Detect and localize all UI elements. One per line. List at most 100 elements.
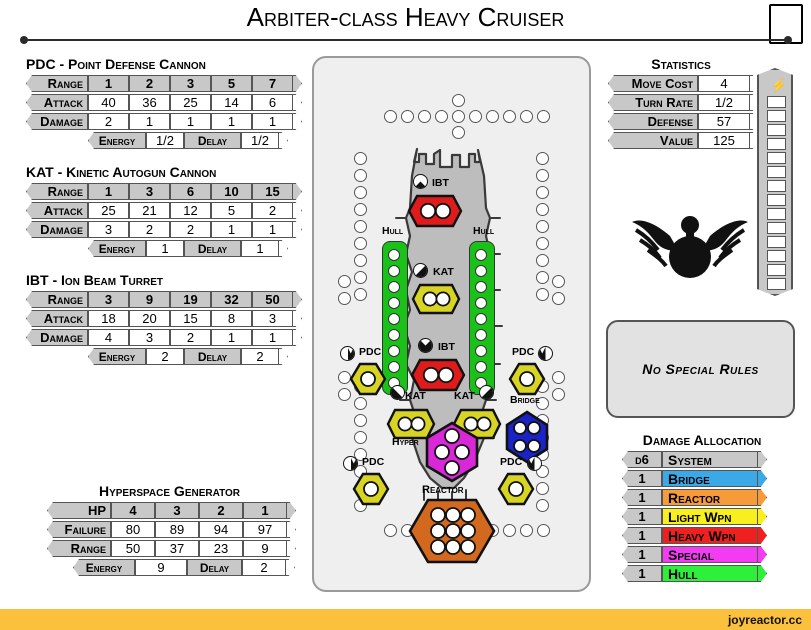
special-rules-box: No Special Rules bbox=[606, 320, 795, 418]
table-row-range: Range 50 37 23 9 bbox=[47, 540, 296, 557]
row-end-cap bbox=[758, 489, 767, 506]
stat-value-value: 125 bbox=[698, 132, 750, 149]
system-label-kat-port: KAT bbox=[405, 390, 426, 402]
cell-damage-3: 1 bbox=[211, 221, 252, 238]
system-hex-kat-center[interactable] bbox=[411, 283, 461, 315]
label-delay: Delay bbox=[184, 240, 241, 257]
hull-pip[interactable] bbox=[388, 281, 400, 293]
row-end-cap bbox=[279, 240, 288, 257]
hull-pip[interactable] bbox=[475, 249, 487, 261]
system-label-hyper: Hyper bbox=[392, 436, 419, 448]
cell-range-2: 19 bbox=[170, 291, 211, 308]
label-delay: Delay bbox=[184, 132, 241, 149]
value-energy: 1 bbox=[146, 240, 184, 257]
hull-pip[interactable] bbox=[388, 265, 400, 277]
system-hex-pdc-top-starboard[interactable] bbox=[508, 362, 546, 396]
system-hex-ibt-fore[interactable] bbox=[407, 194, 463, 228]
cell-damage-1: 3 bbox=[129, 329, 170, 346]
weapon-table-kat: KAT - Kinetic Autogun Cannon Range 1 3 6… bbox=[26, 164, 302, 259]
arc-icon-kat-port bbox=[390, 385, 405, 400]
table-row-energy-delay: Energy 9 Delay 2 bbox=[47, 559, 296, 576]
hull-pip[interactable] bbox=[475, 345, 487, 357]
cell-attack-1: 36 bbox=[129, 94, 170, 111]
value-energy: 1/2 bbox=[146, 132, 184, 149]
system-hex-pdc-top-port[interactable] bbox=[349, 362, 387, 396]
row-end-cap bbox=[293, 113, 302, 130]
cell-failure-1: 89 bbox=[155, 521, 199, 538]
hull-pip[interactable] bbox=[475, 361, 487, 373]
damage-system-special: Special bbox=[662, 546, 758, 563]
table-row-attack: Attack 18 20 15 8 3 bbox=[26, 310, 302, 327]
cell-attack-3: 8 bbox=[211, 310, 252, 327]
cell-damage-1: 2 bbox=[129, 221, 170, 238]
label-energy: Energy bbox=[88, 348, 146, 365]
label-energy: Energy bbox=[73, 559, 135, 576]
title-divider bbox=[20, 36, 792, 44]
hull-pip[interactable] bbox=[388, 329, 400, 341]
cell-damage-4: 1 bbox=[252, 329, 293, 346]
label-energy: Energy bbox=[88, 132, 146, 149]
hull-pip[interactable] bbox=[475, 329, 487, 341]
hull-pip[interactable] bbox=[388, 249, 400, 261]
system-hex-pdc-bottom-port[interactable] bbox=[352, 472, 390, 506]
hull-pip[interactable] bbox=[388, 345, 400, 357]
system-label-pdc-top-starboard: PDC bbox=[512, 346, 535, 358]
cell-range-3: 32 bbox=[211, 291, 252, 308]
arc-icon-kat-center bbox=[413, 263, 428, 278]
table-row-energy-delay: Energy 1 Delay 1 bbox=[26, 240, 302, 257]
system-label-pdc-bottom-starboard: PDC bbox=[500, 456, 523, 468]
row-end-cap bbox=[279, 348, 288, 365]
row-label-range: Range bbox=[26, 75, 88, 92]
row-end-cap bbox=[293, 329, 302, 346]
energy-track[interactable]: ⚡ bbox=[757, 68, 793, 296]
cell-attack-2: 25 bbox=[170, 94, 211, 111]
cell-damage-2: 1 bbox=[170, 113, 211, 130]
system-label-reactor: Reactor bbox=[422, 484, 464, 496]
hull-pip[interactable] bbox=[475, 265, 487, 277]
damage-row-reactor: 1 Reactor bbox=[622, 489, 782, 506]
cell-range-2: 6 bbox=[170, 183, 211, 200]
row-end-cap bbox=[758, 470, 767, 487]
cell-attack-1: 20 bbox=[129, 310, 170, 327]
row-label-range: Range bbox=[26, 183, 88, 200]
cell-hp-0: 4 bbox=[111, 502, 155, 519]
system-hex-pdc-bottom-starboard[interactable] bbox=[497, 472, 535, 506]
stat-label-turn-rate: Turn Rate bbox=[608, 94, 698, 111]
cell-attack-2: 15 bbox=[170, 310, 211, 327]
row-end-cap bbox=[293, 183, 302, 200]
table-row-attack: Attack 25 21 12 5 2 bbox=[26, 202, 302, 219]
hull-pip[interactable] bbox=[475, 297, 487, 309]
hull-pip[interactable] bbox=[475, 313, 487, 325]
damage-header-system: System bbox=[662, 451, 758, 468]
damage-die-light-wpn: 1 bbox=[622, 508, 662, 525]
row-end-cap bbox=[293, 202, 302, 219]
hull-pip[interactable] bbox=[475, 281, 487, 293]
system-hex-ibt-mid[interactable] bbox=[410, 358, 466, 392]
statistics-table: Statistics Move Cost 4 Turn Rate 1/2 Def… bbox=[608, 56, 759, 151]
hull-pip[interactable] bbox=[388, 297, 400, 309]
system-hex-hyper[interactable] bbox=[423, 421, 481, 483]
damage-die-hull: 1 bbox=[622, 565, 662, 582]
cell-range-3: 10 bbox=[211, 183, 252, 200]
value-delay: 1/2 bbox=[241, 132, 279, 149]
cell-damage-0: 2 bbox=[88, 113, 129, 130]
row-label-damage: Damage bbox=[26, 329, 88, 346]
damage-system-reactor: Reactor bbox=[662, 489, 758, 506]
system-label-kat-starboard: KAT bbox=[454, 390, 475, 402]
system-hex-reactor[interactable] bbox=[406, 498, 498, 564]
watermark-text: joyreactor.cc bbox=[727, 613, 802, 627]
cell-damage-0: 4 bbox=[88, 329, 129, 346]
system-label-ibt-fore: IBT bbox=[432, 177, 449, 189]
cell-range-3: 9 bbox=[243, 540, 287, 557]
stat-label-defense: Defense bbox=[608, 113, 698, 130]
cell-attack-0: 25 bbox=[88, 202, 129, 219]
weapon-table-ibt: IBT - Ion Beam Turret Range 3 9 19 32 50… bbox=[26, 272, 302, 367]
page-title: Arbiter-class Heavy Cruiser bbox=[246, 2, 565, 32]
row-label-damage: Damage bbox=[26, 221, 88, 238]
cell-attack-0: 40 bbox=[88, 94, 129, 111]
hull-pip[interactable] bbox=[388, 313, 400, 325]
hull-track-starboard[interactable] bbox=[469, 241, 495, 395]
row-end-cap bbox=[293, 75, 302, 92]
value-delay: 2 bbox=[241, 348, 279, 365]
hull-pip[interactable] bbox=[388, 361, 400, 373]
